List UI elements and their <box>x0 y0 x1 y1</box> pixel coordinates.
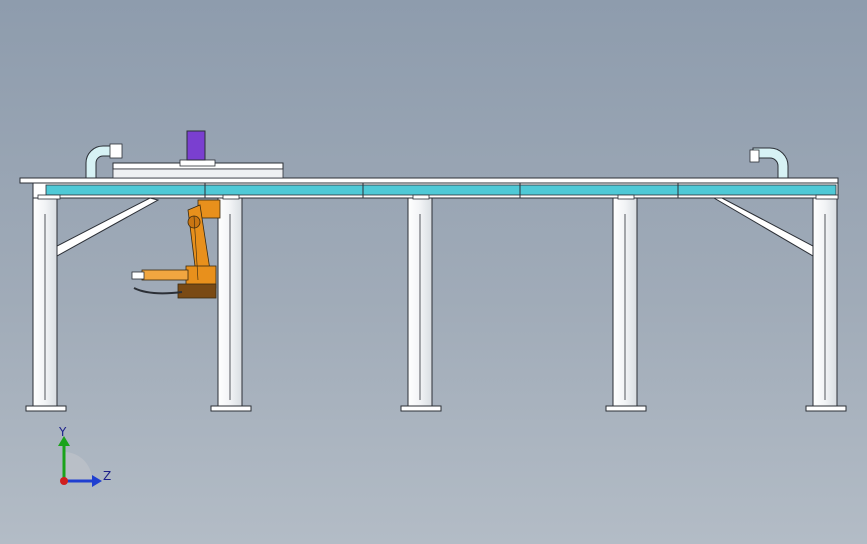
axis-triad-icon: Y Z <box>58 425 111 487</box>
column-5 <box>805 197 847 412</box>
cad-viewport[interactable]: Y Z <box>0 0 867 544</box>
column-2 <box>210 197 252 412</box>
robot-arm-icon[interactable] <box>131 199 221 299</box>
triad-z-label: Z <box>103 469 111 483</box>
column-3 <box>400 197 442 412</box>
drive-motor <box>186 130 206 161</box>
gantry-carriage[interactable] <box>112 130 284 179</box>
top-beam <box>19 177 839 200</box>
gantry-model[interactable]: Y Z <box>0 0 867 544</box>
diagonal-braces <box>56 197 814 257</box>
support-columns <box>25 197 847 412</box>
column-1 <box>25 197 67 412</box>
triad-y-label: Y <box>58 425 67 439</box>
column-4 <box>605 197 647 412</box>
cable-chain-right <box>749 147 789 179</box>
